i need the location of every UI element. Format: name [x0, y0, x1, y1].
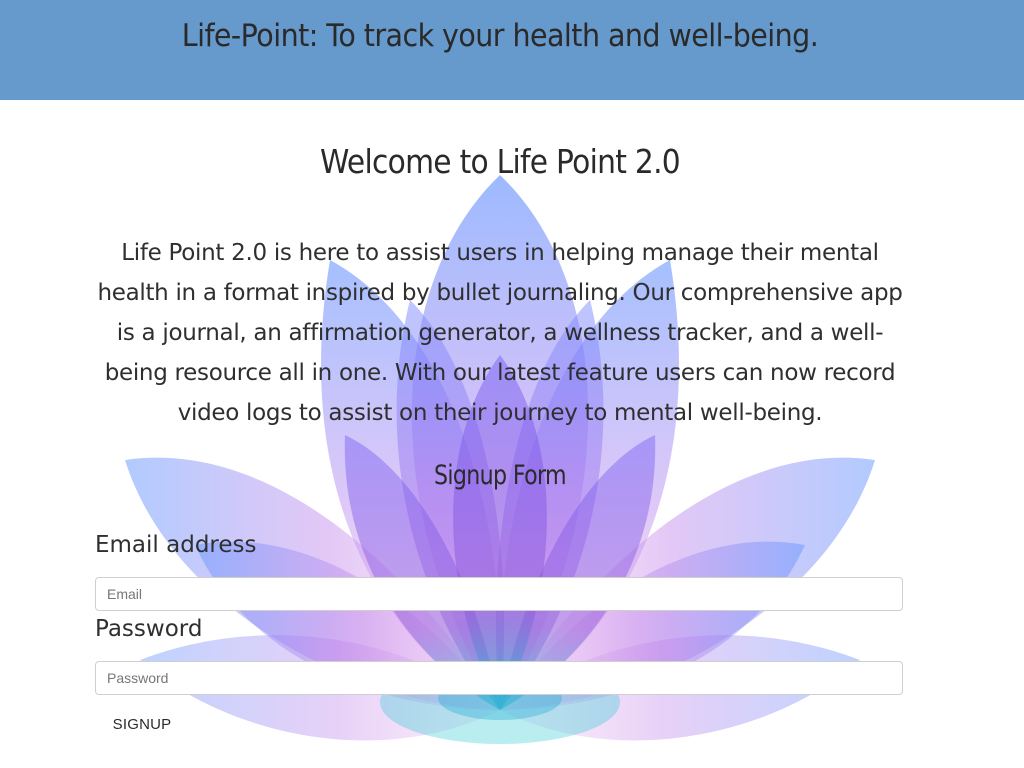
app-header: Life-Point: To track your health and wel… [0, 0, 1024, 100]
welcome-heading: Welcome to Life Point 2.0 [320, 142, 681, 181]
password-field[interactable] [95, 661, 903, 695]
password-label: Password [95, 616, 203, 642]
intro-paragraph: Life Point 2.0 is here to assist users i… [97, 240, 903, 426]
main-content: Welcome to Life Point 2.0 Life Point 2.0… [0, 100, 1024, 768]
app-title: Life-Point: To track your health and wel… [181, 18, 819, 54]
email-label: Email address [95, 532, 257, 558]
email-field[interactable] [95, 577, 903, 611]
signup-form-title: Signup Form [434, 460, 567, 491]
signup-button[interactable]: SIGNUP [102, 710, 182, 738]
